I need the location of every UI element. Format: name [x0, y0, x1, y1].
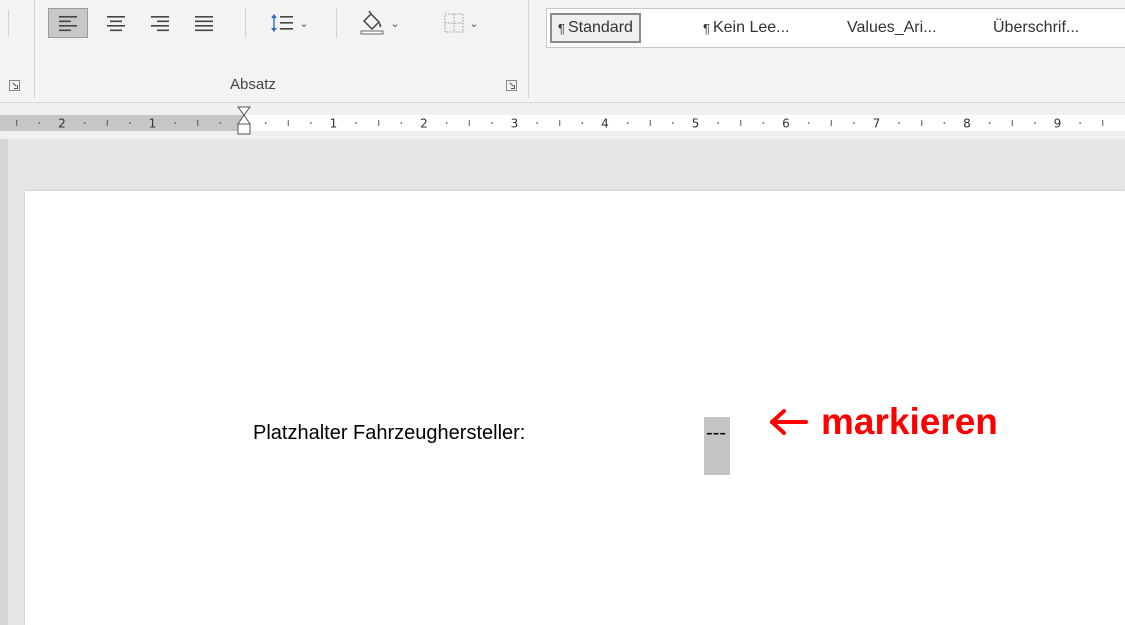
style-label: Standard: [567, 19, 633, 36]
ribbon-separator: [245, 8, 246, 38]
paragraph-group-label: Absatz: [230, 76, 276, 93]
ruler-dot: [491, 122, 493, 124]
align-left-button[interactable]: [48, 8, 88, 38]
indent-marker-icon[interactable]: [236, 106, 252, 142]
ruler-dot: [355, 122, 357, 124]
placeholder-field[interactable]: ---: [704, 417, 730, 475]
ruler-dot: [717, 122, 719, 124]
align-right-icon: [151, 16, 169, 32]
ruler-number: 6: [782, 117, 790, 131]
ruler-dot: [83, 122, 86, 124]
ruler-ticks: 2 1 1 2 3 4 5 6 7 8 9: [16, 117, 1104, 131]
borders-button[interactable]: ⌄: [426, 8, 496, 38]
style-label: Values_Ari...: [847, 19, 937, 36]
styles-gallery: ¶ Standard ¶ Kein Lee... Values_Ari... Ü…: [546, 8, 1125, 48]
ruler-number: 5: [692, 117, 700, 131]
ribbon-separator: [336, 8, 337, 38]
arrow-left-icon: [770, 409, 808, 435]
ribbon-left-edge: [8, 10, 9, 36]
style-values-arial[interactable]: Values_Ari...: [847, 13, 937, 43]
ruler-dot: [310, 122, 312, 124]
placeholder-label: Platzhalter Fahrzeughersteller:: [253, 422, 526, 444]
ruler-dot: [807, 122, 810, 124]
paragraph-group-launcher-icon[interactable]: [506, 80, 517, 91]
ruler-number: 7: [873, 117, 881, 131]
align-center-button[interactable]: [98, 8, 134, 38]
align-left-icon: [59, 16, 77, 32]
document-left-strip: [0, 139, 8, 625]
style-ueberschrift[interactable]: Überschrif...: [993, 13, 1079, 43]
ruler-dot: [264, 122, 267, 124]
ruler-number: 4: [601, 117, 609, 131]
pilcrow-icon: ¶: [703, 20, 710, 36]
ruler-dot: [1079, 122, 1081, 124]
justify-button[interactable]: [186, 8, 222, 38]
ruler-dot: [129, 122, 131, 124]
line-spacing-dropdown-icon[interactable]: ⌄: [299, 17, 308, 30]
borders-icon: [444, 13, 464, 33]
font-group-launcher-icon[interactable]: [9, 80, 20, 91]
borders-dropdown-icon[interactable]: ⌄: [469, 17, 478, 30]
line-spacing-icon: [271, 14, 294, 32]
document-page[interactable]: Platzhalter Fahrzeughersteller: --- mark…: [25, 191, 1125, 625]
annotation-text: markieren: [821, 401, 998, 442]
annotation-callout: markieren: [769, 401, 998, 443]
style-kein-leerraum[interactable]: ¶ Kein Lee...: [703, 13, 789, 43]
group-separator: [34, 0, 35, 98]
style-label: Überschrif...: [993, 19, 1080, 36]
style-standard[interactable]: ¶ Standard: [550, 13, 641, 43]
ruler-dot: [445, 122, 448, 124]
horizontal-ruler[interactable]: 2 1 1 2 3 4 5 6 7 8 9: [0, 103, 1125, 139]
placeholder-value: ---: [706, 422, 726, 444]
ruler-dot: [762, 122, 765, 124]
ruler-dot: [536, 122, 538, 124]
ruler-number: 2: [420, 117, 428, 131]
shading-button[interactable]: ⌄: [346, 8, 412, 38]
group-separator: [528, 0, 529, 98]
ruler-number: 2: [58, 117, 66, 131]
ruler-number: 8: [963, 117, 971, 131]
justify-icon: [195, 16, 213, 32]
line-spacing-button[interactable]: ⌄: [256, 8, 322, 38]
ruler-dot: [400, 122, 403, 124]
ruler-dot: [853, 122, 855, 124]
ruler-dot: [988, 122, 991, 124]
ruler-number: 1: [330, 117, 338, 131]
ruler-dot: [943, 122, 946, 124]
ruler-dot: [581, 122, 584, 124]
ruler-dot: [219, 122, 222, 124]
document-area: Platzhalter Fahrzeughersteller: --- mark…: [0, 139, 1125, 625]
style-label: Kein Lee...: [712, 19, 790, 36]
ruler-number: 1: [149, 117, 157, 131]
pilcrow-icon: ¶: [558, 20, 565, 36]
shading-dropdown-icon[interactable]: ⌄: [390, 17, 399, 30]
ruler-dot: [174, 122, 176, 124]
ruler-dot: [672, 122, 674, 124]
paint-bucket-icon: [360, 10, 384, 35]
ruler-dot: [38, 122, 41, 124]
ruler-dot: [1034, 122, 1036, 124]
ribbon: ⌄ ⌄ ⌄ Absatz ¶ Standard ¶ Kein Lee... Va…: [0, 0, 1125, 103]
ruler-number: 3: [511, 117, 519, 131]
ruler-dot: [626, 122, 629, 124]
align-center-icon: [107, 16, 125, 32]
ruler-dot: [898, 122, 900, 124]
ruler-number: 9: [1054, 117, 1062, 131]
align-right-button[interactable]: [142, 8, 178, 38]
